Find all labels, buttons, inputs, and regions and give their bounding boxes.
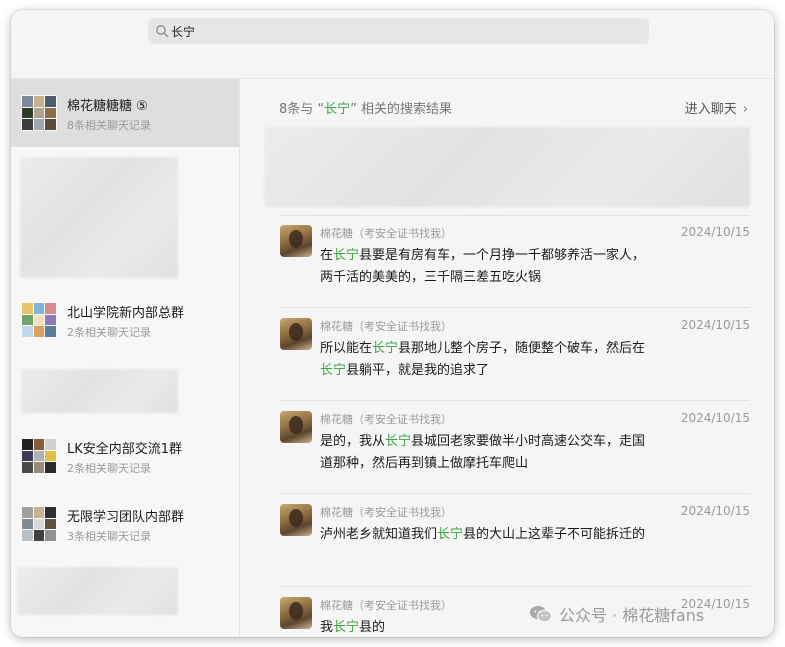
search-icon xyxy=(156,25,169,38)
sender-name: 棉花糖（考安全证书找我） xyxy=(320,320,452,333)
message-result[interactable]: 棉花糖（考安全证书找我） 2024/10/15 所以能在长宁县那地儿整个房子，随… xyxy=(280,318,750,394)
divider xyxy=(280,493,750,494)
group-avatar xyxy=(21,95,57,131)
avatar xyxy=(280,318,312,350)
avatar xyxy=(280,504,312,536)
result-count-heading: 8条与 “长宁” 相关的搜索结果 xyxy=(279,102,453,117)
message-date: 2024/10/15 xyxy=(680,225,750,239)
message-date: 2024/10/15 xyxy=(680,504,750,518)
avatar xyxy=(280,597,312,629)
group-avatar xyxy=(21,506,57,542)
avatar xyxy=(280,411,312,443)
sidebar-item-title: LK安全内部交流1群 xyxy=(67,442,183,457)
sidebar-item-mianhuatang[interactable]: 棉花糖糖糖 ⑤ 8条相关聊天记录 xyxy=(11,79,239,147)
sidebar-item-beishan[interactable]: 北山学院新内部总群 2条相关聊天记录 xyxy=(11,286,239,354)
message-result[interactable]: 棉花糖（考安全证书找我） 2024/10/15 是的，我从长宁县城回老家要做半小… xyxy=(280,411,750,487)
message-result[interactable]: 棉花糖（考安全证书找我） 2024/10/15 泸州老乡就知道我们长宁县的大山上… xyxy=(280,504,750,580)
sidebar-item-subtitle: 2条相关聊天记录 xyxy=(67,462,151,475)
search-box[interactable] xyxy=(148,18,649,44)
message-text: 是的，我从长宁县城回老家要做半小时高速公交车，走国道那种，然后再到镇上做摩托车爬… xyxy=(320,434,646,471)
sidebar-item-title: 北山学院新内部总群 xyxy=(67,306,185,321)
enter-chat-link[interactable]: 进入聊天 › xyxy=(685,98,748,117)
blurred-result xyxy=(17,567,178,615)
search-results-sidebar: 棉花糖糖糖 ⑤ 8条相关聊天记录 北山学院新内部总群 2条相关聊天记录 LK安全… xyxy=(11,79,240,637)
divider xyxy=(280,215,750,216)
sender-name: 棉花糖（考安全证书找我） xyxy=(320,227,452,240)
message-text: 泸州老乡就知道我们长宁县的大山上这辈子不可能拆迁的 xyxy=(320,527,646,542)
message-date: 2024/10/15 xyxy=(680,411,750,425)
wechat-official-account-watermark: 公众号 · 棉花糖fans xyxy=(529,602,704,626)
blurred-preview xyxy=(264,127,750,207)
sidebar-item-subtitle: 2条相关聊天记录 xyxy=(67,326,151,339)
sender-name: 棉花糖（考安全证书找我） xyxy=(320,599,452,612)
search-results-main: 8条与 “长宁” 相关的搜索结果 进入聊天 › 棉花糖（考安全证书找我） 2024… xyxy=(240,79,774,637)
sidebar-item-subtitle: 3条相关聊天记录 xyxy=(67,530,151,543)
message-date: 2024/10/15 xyxy=(680,318,750,332)
message-text: 所以能在长宁县那地儿整个房子，随便整个破车，然后在长宁县躺平，就是我的追求了 xyxy=(320,341,646,378)
divider xyxy=(280,586,750,587)
blurred-result xyxy=(20,157,178,278)
message-result[interactable]: 棉花糖（考安全证书找我） 2024/10/15 在长宁县要是有房有车，一个月挣一… xyxy=(280,225,750,301)
divider xyxy=(280,307,750,308)
chevron-right-icon: › xyxy=(742,102,748,117)
group-avatar xyxy=(21,302,57,338)
divider xyxy=(280,400,750,401)
sidebar-item-subtitle: 8条相关聊天记录 xyxy=(67,119,151,132)
blurred-result xyxy=(21,369,178,413)
sidebar-item-title: 无限学习团队内部群 xyxy=(67,510,185,525)
group-avatar xyxy=(21,438,57,474)
wechat-icon xyxy=(530,606,552,623)
sender-name: 棉花糖（考安全证书找我） xyxy=(320,413,452,426)
sender-name: 棉花糖（考安全证书找我） xyxy=(320,506,452,519)
sidebar-item-wuxian[interactable]: 无限学习团队内部群 3条相关聊天记录 xyxy=(11,490,239,558)
sidebar-item-title: 棉花糖糖糖 ⑤ xyxy=(67,99,148,114)
avatar xyxy=(280,225,312,257)
sidebar-item-lk[interactable]: LK安全内部交流1群 2条相关聊天记录 xyxy=(11,422,239,490)
top-bar xyxy=(11,10,774,79)
watermark-text: 公众号 · 棉花糖fans xyxy=(559,606,705,625)
message-text: 在长宁县要是有房有车，一个月挣一千都够养活一家人，两千活的美美的，三千隔三差五吃… xyxy=(320,248,646,285)
search-input[interactable] xyxy=(171,21,631,41)
wechat-window: 棉花糖糖糖 ⑤ 8条相关聊天记录 北山学院新内部总群 2条相关聊天记录 LK安全… xyxy=(11,10,774,637)
